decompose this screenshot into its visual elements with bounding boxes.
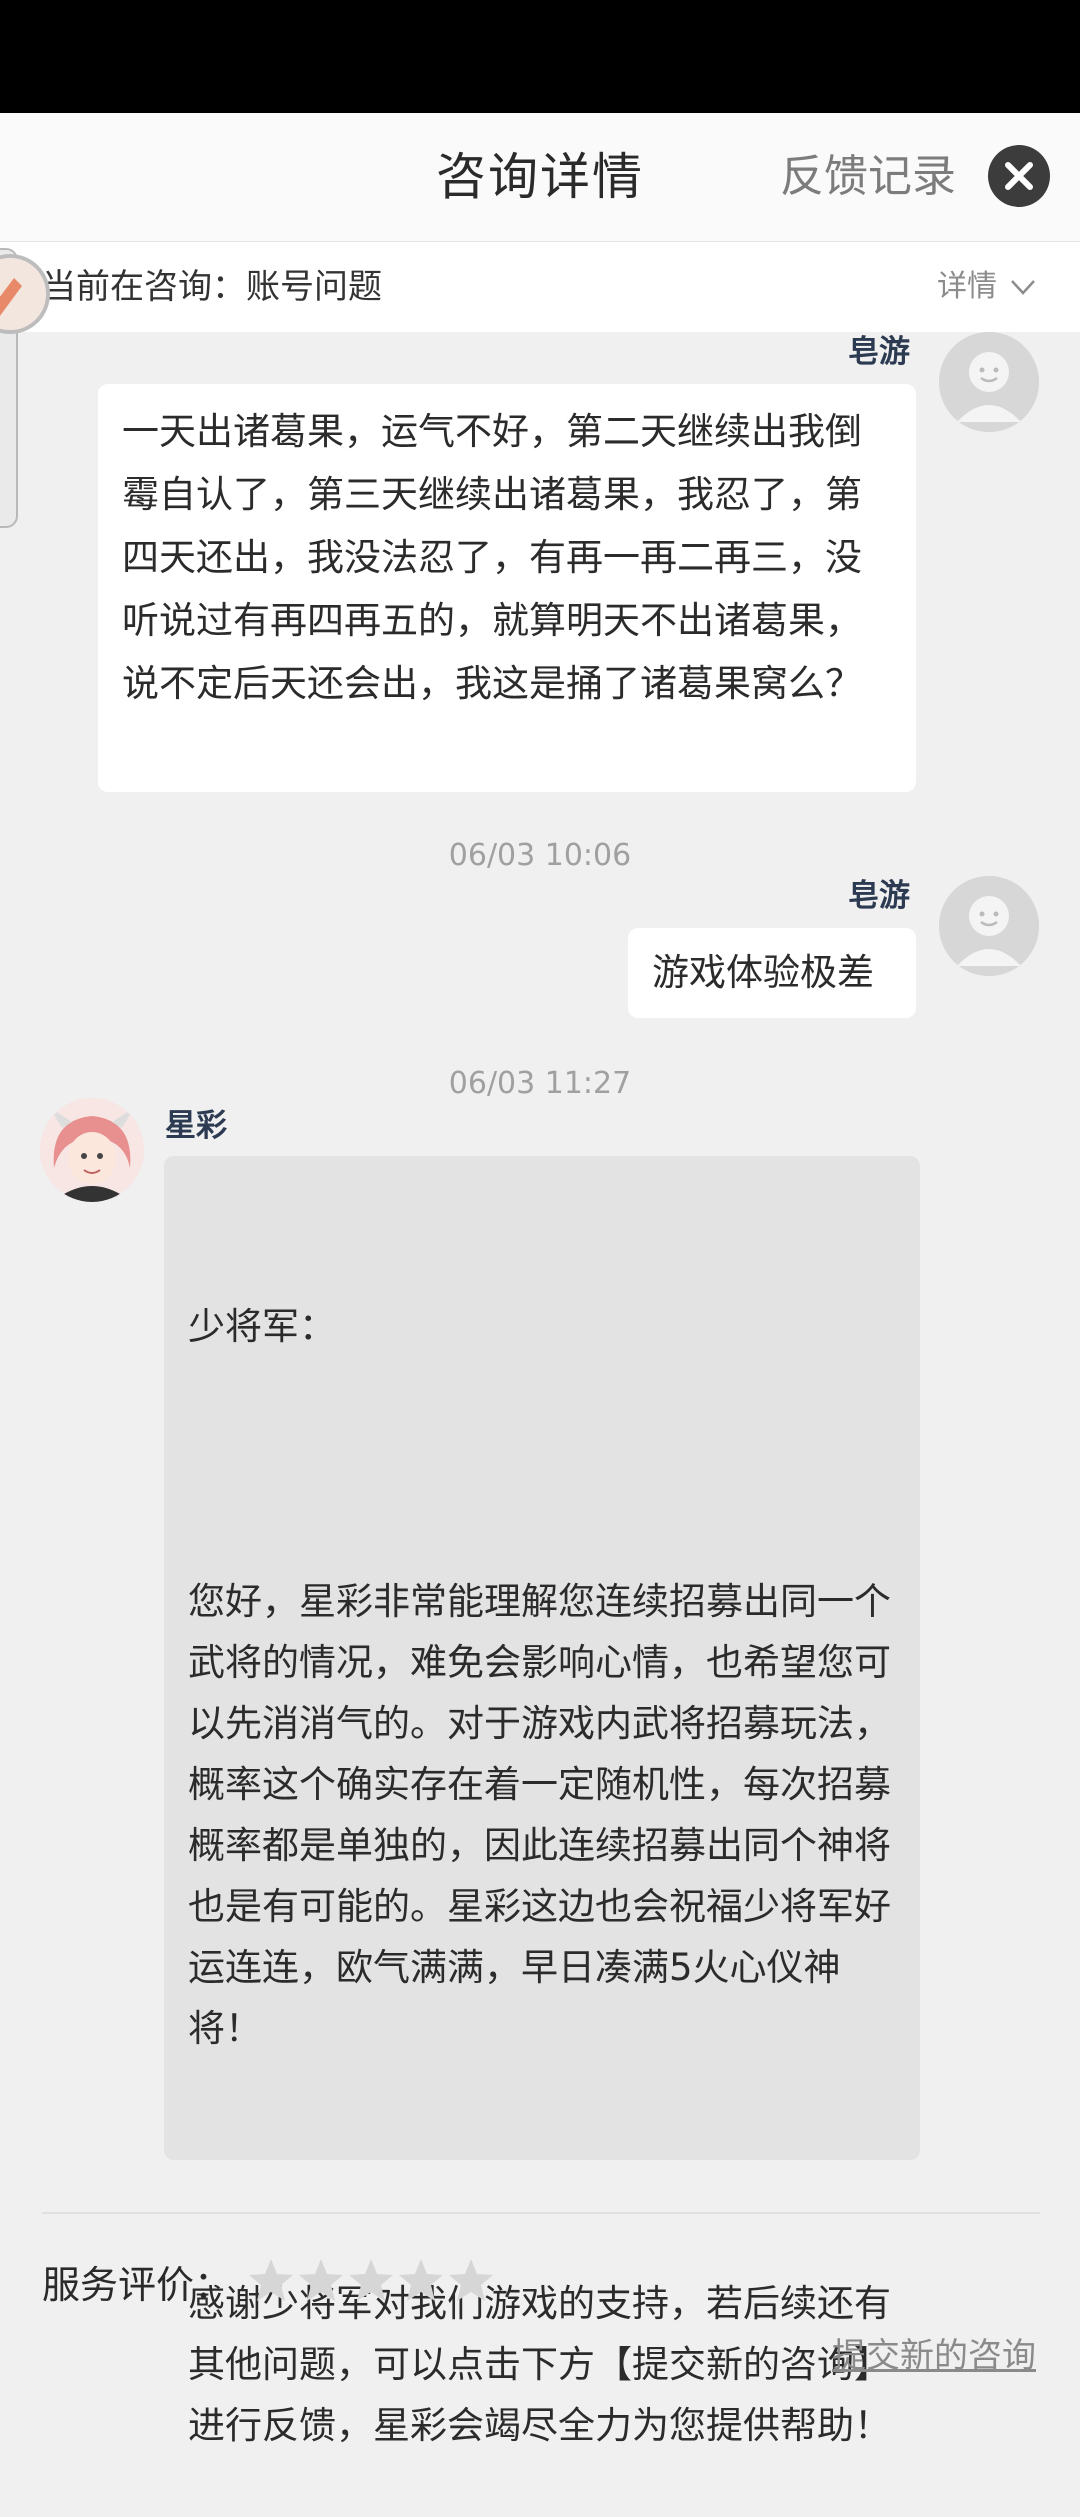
agent-avatar-icon	[40, 1098, 144, 1202]
rating-stars[interactable]	[246, 2256, 496, 2308]
agent-message-paragraph: 少将军：	[188, 1305, 336, 1348]
star-icon[interactable]	[296, 2256, 346, 2306]
timestamp: 06/03 11:27	[448, 1066, 632, 1101]
status-bar	[0, 0, 1080, 113]
agent-message-bubble: 少将军： 您好，星彩非常能理解您连续招募出同一个武将的情况，难免会影响心情，也希…	[164, 1156, 920, 2447]
submit-new-consult-link[interactable]: 提交新的咨询	[832, 2328, 1036, 2377]
detail-toggle[interactable]: 详情	[937, 242, 997, 332]
close-button[interactable]	[988, 145, 1050, 207]
header: 咨询详情 反馈记录	[0, 113, 1080, 242]
message-sender: 星彩	[165, 1108, 227, 1144]
user-message-bubble: 游戏体验极差	[628, 928, 916, 1018]
message-sender: 皂游	[848, 334, 910, 370]
star-icon[interactable]	[246, 2256, 296, 2306]
close-icon	[1005, 162, 1033, 190]
agent-message-paragraph: 您好，星彩非常能理解您连续招募出同一个武将的情况，难免会影响心情，也希望您可以先…	[188, 1580, 891, 2050]
current-consult-bar: 当前在咨询：账号问题 详情	[0, 242, 1080, 332]
message-sender: 皂游	[848, 878, 910, 914]
star-icon[interactable]	[346, 2256, 396, 2306]
user-avatar-icon	[939, 332, 1039, 432]
service-rating-label: 服务评价：	[42, 2263, 233, 2307]
divider	[42, 2212, 1040, 2214]
chevron-down-icon[interactable]	[1008, 272, 1038, 302]
user-avatar-icon	[939, 876, 1039, 976]
star-icon[interactable]	[446, 2256, 496, 2306]
feedback-record-link[interactable]: 反馈记录	[780, 113, 956, 241]
current-consult-label: 当前在咨询：账号问题	[42, 267, 382, 307]
user-message-bubble: 一天出诸葛果，运气不好，第二天继续出我倒霉自认了，第三天继续出诸葛果，我忍了，第…	[98, 384, 916, 792]
star-icon[interactable]	[396, 2256, 446, 2306]
timestamp: 06/03 10:06	[448, 838, 632, 873]
